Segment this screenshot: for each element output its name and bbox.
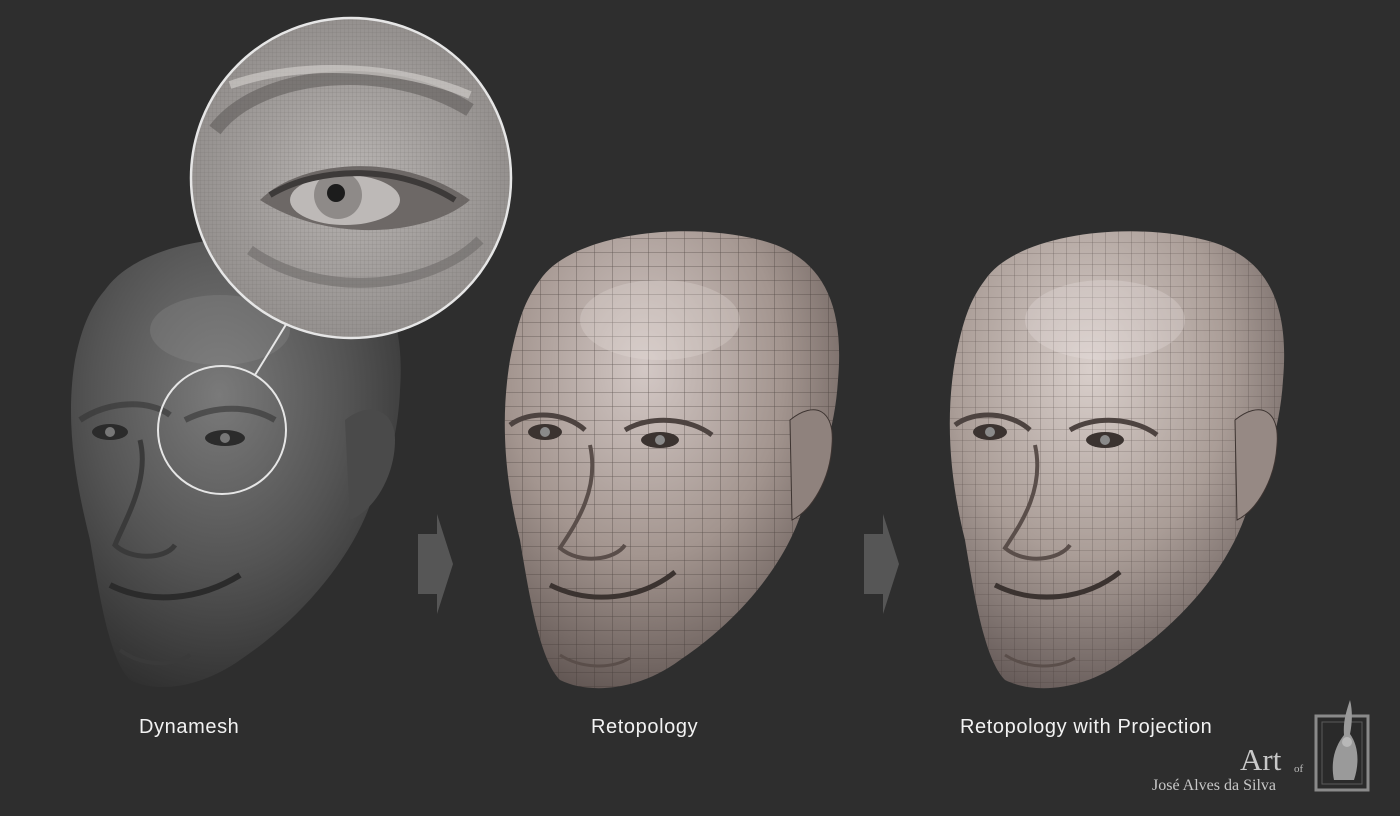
right-arrow-icon: [418, 514, 453, 614]
signature-of: of: [1294, 763, 1304, 775]
caption-dynamesh: Dynamesh: [139, 716, 240, 738]
rabbit-frame-logo: [1314, 700, 1370, 792]
right-arrow-icon: [864, 514, 899, 614]
caption-retopology-projection: Retopology with Projection: [960, 716, 1213, 738]
illustration-canvas: [70, 16, 1370, 792]
retopology-projection-head: [949, 231, 1285, 689]
retopology-head: [504, 231, 840, 689]
signature-art: Art: [1240, 742, 1282, 777]
caption-retopology: Retopology: [591, 716, 699, 738]
signature-name: José Alves da Silva: [1152, 777, 1276, 794]
eye-zoom-inset: [189, 16, 513, 340]
